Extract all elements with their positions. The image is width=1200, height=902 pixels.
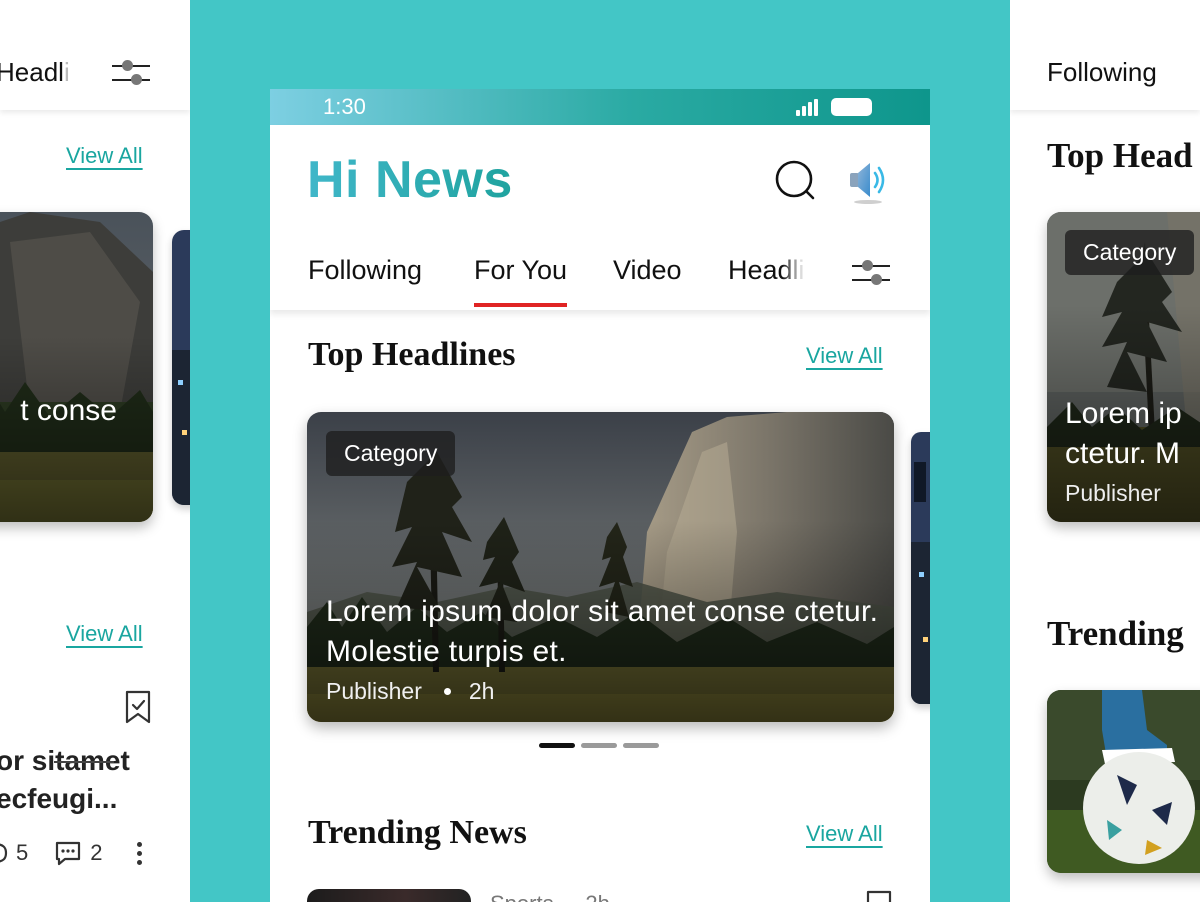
status-time: 1:30 — [323, 94, 366, 119]
headline-card[interactable]: Category Lorem ip ctetur. M Publisher — [1047, 212, 1200, 522]
bookmark-icon[interactable] — [124, 690, 152, 724]
featured-headline-title: Lorem ipsum dolor sit amet conse ctetur.… — [326, 595, 879, 668]
soccer-photo — [1047, 690, 1200, 873]
filter-sliders-icon[interactable] — [112, 55, 150, 89]
publisher-name: Publisher — [326, 678, 422, 704]
tab-following[interactable]: Following — [1047, 57, 1157, 88]
like-count: 5 — [16, 840, 29, 865]
headline-card-title: Lorem ip ctetur. M — [1065, 397, 1182, 470]
right-preview-screen: Following Top Head Category Lorem ip cte… — [1010, 0, 1200, 902]
status-bar: 1:30 — [270, 89, 930, 125]
trending-article-title[interactable]: or sitamet ecfeugi... — [0, 742, 130, 818]
bookmark-icon[interactable] — [865, 890, 893, 902]
publish-time: 2h — [468, 678, 495, 704]
meta-separator — [443, 688, 451, 695]
battery-icon — [831, 98, 872, 116]
comment-count: 2 — [90, 840, 103, 865]
comment-icon[interactable] — [54, 840, 82, 866]
category-badge[interactable]: Category — [1065, 230, 1195, 275]
carousel-dot[interactable] — [623, 743, 659, 748]
tab-for-you[interactable]: For You — [474, 255, 568, 307]
app-logo: Hi News — [307, 151, 513, 209]
category-badge[interactable]: Category — [326, 431, 456, 476]
featured-headline-meta: Publisher 2h — [326, 678, 494, 705]
next-card-peek[interactable] — [172, 230, 190, 505]
app-header: Hi News Following For You Video Headli — [270, 125, 930, 310]
tab-headlines[interactable]: Headli — [728, 255, 805, 286]
article-meta: 5 2 — [0, 840, 142, 866]
tab-headlines-partial[interactable]: Headli — [0, 57, 70, 88]
trending-item-meta: Sports · 2h — [490, 891, 610, 902]
next-card-peek[interactable] — [911, 432, 930, 704]
view-all-trending-link[interactable]: View All — [806, 821, 883, 847]
tab-video[interactable]: Video — [613, 255, 682, 286]
tab-following[interactable]: Following — [308, 255, 422, 286]
speaker-icon[interactable] — [846, 157, 894, 205]
left-preview-screen: Headli View All t conse View All or sita… — [0, 0, 190, 902]
signal-icon — [796, 99, 818, 116]
headline-card[interactable]: t conse — [0, 212, 153, 522]
view-all-trending-link[interactable]: View All — [66, 621, 143, 647]
featured-headline-card[interactable]: Category Lorem ipsum dolor sit amet cons… — [307, 412, 894, 722]
headline-card-title: t conse — [20, 394, 117, 427]
top-headlines-title: Top Head — [1047, 136, 1193, 175]
trending-news-title: Trending News — [308, 814, 527, 851]
filter-sliders-icon[interactable] — [852, 255, 890, 289]
city-photo-peek — [911, 432, 930, 704]
right-tabs-bar: Following — [1010, 0, 1200, 110]
search-icon[interactable] — [774, 159, 818, 203]
left-tabs-bar: Headli — [0, 0, 190, 110]
headline-card-publisher: Publisher — [1065, 480, 1161, 506]
trending-thumbnail[interactable] — [307, 889, 471, 902]
city-photo-peek — [172, 230, 190, 505]
view-all-link[interactable]: View All — [66, 143, 143, 169]
trending-thumbnail[interactable] — [1047, 690, 1200, 873]
like-icon[interactable] — [0, 840, 8, 866]
carousel-dot[interactable] — [581, 743, 617, 748]
more-options-icon[interactable] — [136, 841, 142, 865]
phone-screen: 1:30 Hi News Following For You Video Hea… — [270, 89, 930, 902]
carousel-indicator — [539, 743, 659, 748]
landscape-photo — [0, 212, 153, 522]
trending-news-title: Trending — [1047, 614, 1184, 653]
top-headlines-title: Top Headlines — [308, 336, 516, 373]
carousel-dot-active[interactable] — [539, 743, 575, 748]
view-all-headlines-link[interactable]: View All — [806, 343, 883, 369]
